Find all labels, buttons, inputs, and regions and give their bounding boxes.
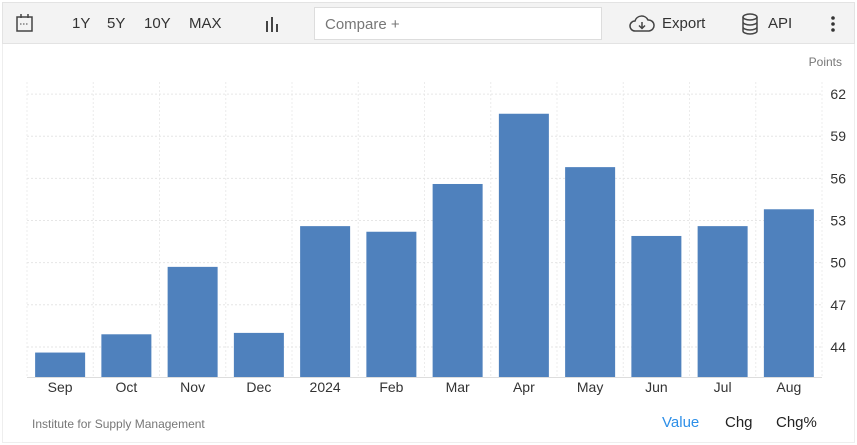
bar-jul[interactable]: [697, 226, 748, 377]
y-tick-label: 44: [830, 339, 846, 355]
bar-2024[interactable]: [300, 226, 351, 377]
y-tick-label: 62: [830, 86, 846, 102]
x-tick-label: Jun: [645, 379, 668, 395]
bar-may[interactable]: [565, 167, 616, 377]
x-tick-label: Feb: [379, 379, 403, 395]
x-tick-label: Jul: [714, 379, 732, 395]
x-tick-label: Oct: [115, 379, 137, 395]
x-tick-label: Sep: [48, 379, 73, 395]
bar-nov[interactable]: [167, 266, 218, 377]
x-tick-label: Apr: [513, 379, 535, 395]
y-tick-label: 53: [830, 213, 846, 229]
x-tick-label: Dec: [246, 379, 271, 395]
y-axis-label: Points: [809, 55, 842, 69]
tab-chg-percent[interactable]: Chg%: [776, 414, 817, 431]
x-tick-label: May: [577, 379, 603, 395]
y-tick-label: 56: [830, 170, 846, 186]
bar-jun[interactable]: [631, 235, 682, 377]
y-tick-label: 47: [830, 297, 846, 313]
bar-sep[interactable]: [35, 352, 86, 377]
tab-chg[interactable]: Chg: [725, 414, 753, 431]
y-tick-label: 50: [830, 255, 846, 271]
bar-feb[interactable]: [366, 231, 417, 377]
x-tick-label: Mar: [446, 379, 470, 395]
bar-mar[interactable]: [432, 183, 483, 377]
bar-chart: Points Sep Oct Nov Dec 2024 Feb Mar Apr May Jun Ju…: [26, 55, 846, 395]
y-tick-label: 59: [830, 128, 846, 144]
bar-aug[interactable]: [763, 209, 814, 377]
source-label: Institute for Supply Management: [32, 417, 205, 431]
tab-value[interactable]: Value: [662, 414, 699, 431]
bar-oct[interactable]: [101, 334, 152, 377]
x-tick-label: 2024: [310, 379, 341, 395]
x-tick-label: Aug: [776, 379, 801, 395]
x-tick-label: Nov: [180, 379, 205, 395]
bar-apr[interactable]: [498, 113, 549, 377]
bar-dec[interactable]: [233, 332, 284, 377]
